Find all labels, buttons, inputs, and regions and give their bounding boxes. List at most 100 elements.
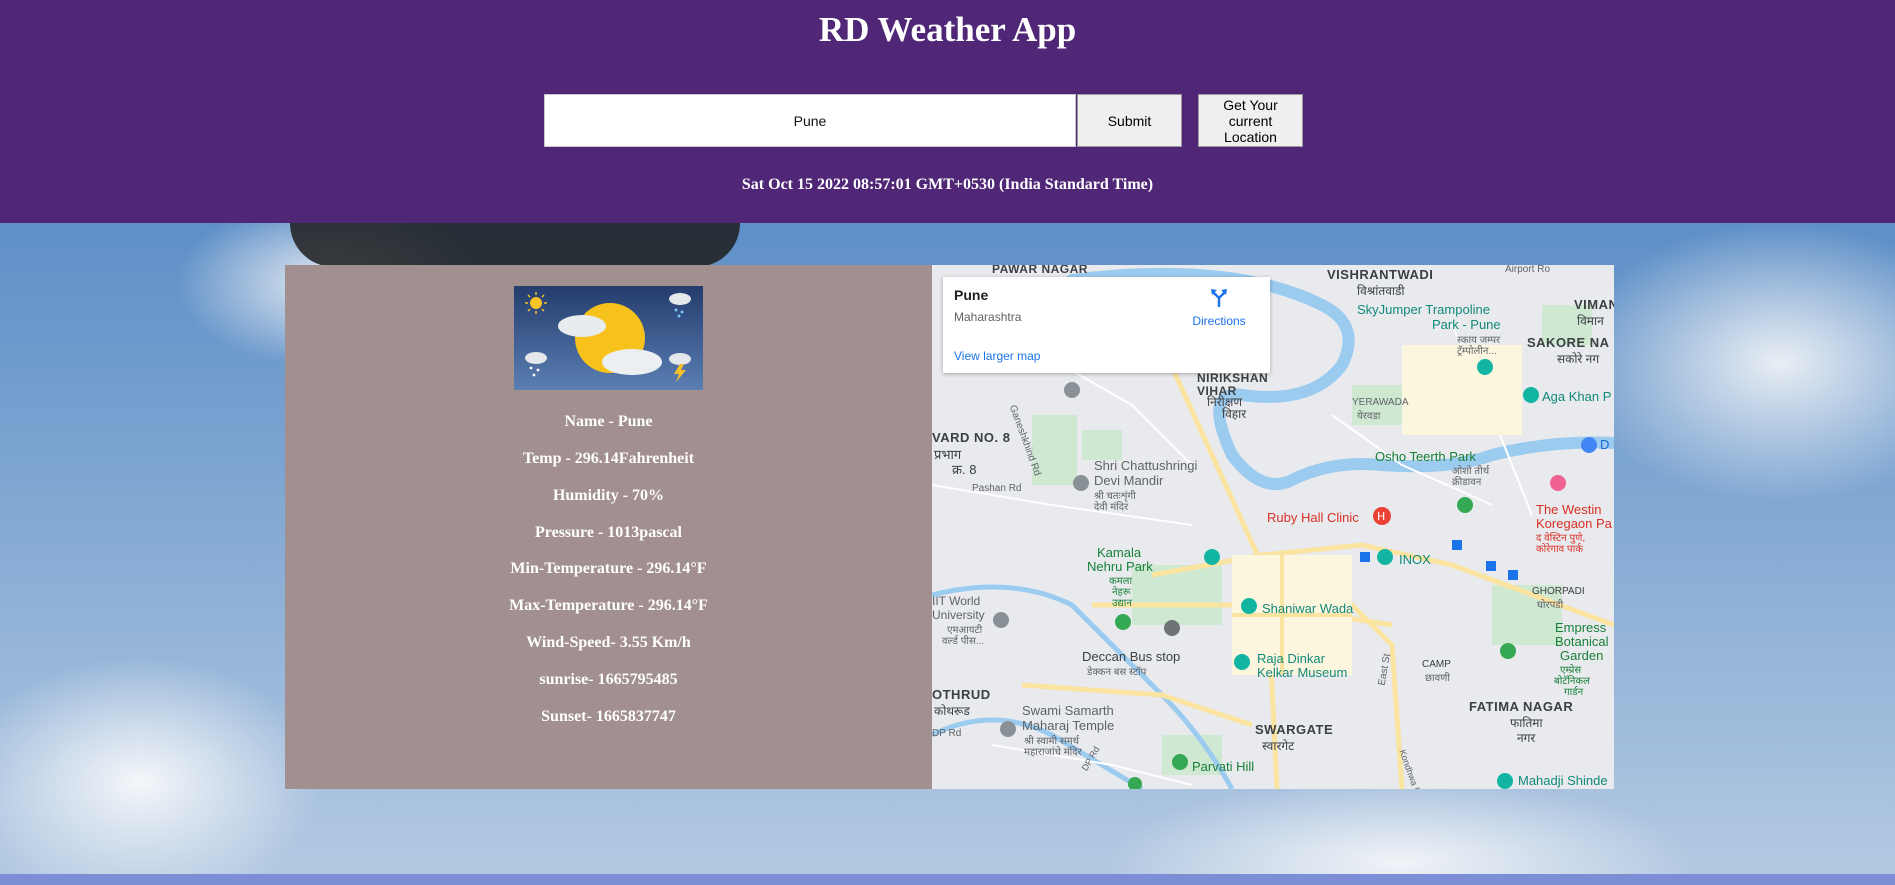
get-location-button[interactable]: Get Your current Location (1198, 94, 1303, 147)
map-label-ward-mr2: क्र. 8 (952, 462, 977, 477)
map-label-mit-mr2: वर्ल्ड पीस... (942, 636, 985, 647)
weather-info-card: Name - Pune Temp - 296.14Fahrenheit Humi… (285, 265, 932, 789)
marker-bus-2 (1452, 540, 1462, 550)
weather-temp: Temp - 296.14Fahrenheit (522, 450, 695, 467)
marker-bus-4 (1508, 570, 1518, 580)
map-label-pashan: Pashan Rd (972, 483, 1022, 494)
marker-westin (1550, 475, 1566, 491)
map-label-inox: INOX (1399, 552, 1431, 567)
map-label-emp3: Garden (1560, 648, 1604, 663)
map-label-sakore: SAKORE NA (1527, 335, 1610, 350)
map-label-yerawada-mr: येरवडा (1357, 411, 1381, 422)
map-label-devi-mr: देवी मंदिर (1094, 502, 1129, 513)
directions-button[interactable]: Directions (1179, 287, 1259, 328)
map-label-deccan-mr: डेक्कन बस स्टॉप (1087, 667, 1147, 678)
map-label-skyjumper2: Park - Pune (1432, 317, 1501, 332)
map-label-shaniwar: Shaniwar Wada (1262, 601, 1354, 616)
marker-ruby-hall: H (1373, 507, 1391, 525)
map-label-westin-mr2: कोरेगाव पार्क (1536, 544, 1583, 555)
weather-humidity: Humidity - 70% (552, 487, 665, 504)
marker-inox (1377, 549, 1393, 565)
submit-button[interactable]: Submit (1077, 94, 1182, 147)
city-search-input[interactable] (544, 94, 1076, 147)
map-label-swargate-mr: स्वारगेट (1262, 739, 1295, 753)
map-label-maharaj: Maharaj Temple (1022, 718, 1115, 733)
svg-text:H: H (1377, 510, 1385, 523)
marker-osho (1457, 497, 1473, 513)
marker-empress (1500, 643, 1516, 659)
map-label-emp: Empress (1555, 620, 1607, 635)
map-place-region: Maharashtra (954, 310, 1022, 324)
map-label-airport-rd: Airport Ro (1505, 265, 1551, 275)
map-label-viman-mr: विमान (1577, 314, 1604, 328)
map-label-skyjumper-mr2: ट्रॅम्पोलीन... (1457, 346, 1497, 357)
map-label-emp2: Botanical (1555, 634, 1609, 649)
weather-sunset: Sunset- 1665837747 (541, 708, 676, 725)
map-label-osho: Osho Teerth Park (1375, 449, 1476, 464)
app-title: RD Weather App (818, 10, 1077, 49)
map-label-deccan: Deccan Bus stop (1082, 649, 1181, 664)
map-label-westin2: Koregaon Pa (1536, 516, 1612, 531)
map-label-mahadji: Mahadji Shinde (1518, 773, 1608, 788)
marker-kamala (1204, 549, 1220, 565)
marker-university (1064, 382, 1080, 398)
view-larger-map-link[interactable]: View larger map (954, 349, 1040, 363)
map-label-udyan-mr: उद्यान (1112, 598, 1132, 609)
marker-swami (1000, 721, 1016, 737)
map-label-viman: VIMAN N (1574, 297, 1614, 312)
marker-skyjumper (1477, 359, 1493, 375)
app-header: RD Weather App Submit Get Your current L… (0, 0, 1895, 223)
weather-illustration-image (514, 286, 703, 390)
map-label-vishrantwadi: VISHRANTWADI (1327, 267, 1434, 282)
map-label-kamala: Kamala (1097, 545, 1142, 560)
map-label-fatima-mr2: नगर (1517, 731, 1536, 745)
weather-min-temp: Min-Temperature - 296.14°F (510, 560, 707, 577)
marker-mahadji (1497, 773, 1513, 789)
current-datetime: Sat Oct 15 2022 08:57:01 GMT+0530 (India… (741, 176, 1154, 193)
map-label-raja: Raja Dinkar (1257, 651, 1325, 666)
marker-pin (1164, 620, 1180, 636)
map-label-osho-mr2: क्रीडावन (1452, 477, 1482, 488)
weather-max-temp: Max-Temperature - 296.14°F (509, 597, 708, 614)
map-label-kothrud-mr: कोथरूड (934, 704, 970, 718)
map-label-ruby: Ruby Hall Clinic (1267, 510, 1359, 525)
marker-d (1581, 437, 1597, 453)
map-label-swargate: SWARGATE (1255, 722, 1334, 737)
map-label-d: D (1600, 437, 1610, 452)
weather-wind-speed: Wind-Speed- 3.55 Km/h (526, 634, 691, 651)
map-label-ghorpadi: GHORPADI (1532, 586, 1585, 597)
map-label-vishrantwadi-mr: विश्रांतवाडी (1357, 284, 1405, 298)
marker-bus-1 (1360, 552, 1370, 562)
map-label-devi: Devi Mandir (1094, 473, 1164, 488)
map-label-vihar-mr: विहार (1222, 407, 1247, 421)
map-label-dp-rd: DP Rd (932, 728, 962, 739)
map-label-nirikshan: NIRIKSHAN (1197, 371, 1269, 385)
marker-mit (993, 612, 1009, 628)
marker-nehru (1115, 614, 1131, 630)
map-label-kothrud: OTHRUD (932, 687, 991, 702)
map-label-parvati: Parvati Hill (1192, 759, 1255, 774)
map-label-ward: VARD NO. 8 (932, 430, 1011, 445)
background-dark-shape (290, 223, 740, 267)
map-label-swami: Swami Samarth (1022, 703, 1114, 718)
embedded-map[interactable]: H PAWAR NAGAR VISHRANTWADI विश्रांतवाडी … (932, 265, 1614, 789)
map-place-name: Pune (954, 287, 989, 303)
map-label-ghorpadi-mr: घोरपडी (1537, 600, 1564, 611)
weather-sunrise: sunrise- 1665795485 (539, 671, 678, 688)
map-label-westin: The Westin (1536, 502, 1602, 517)
marker-bus-3 (1486, 561, 1496, 571)
map-label-fatima: FATIMA NAGAR (1469, 699, 1574, 714)
map-label-sakore-mr: सकोरे नग (1557, 352, 1600, 366)
marker-raja (1234, 654, 1250, 670)
marker-shri (1073, 475, 1089, 491)
map-label-camp: CAMP (1422, 659, 1451, 670)
weather-name: Name - Pune (564, 413, 653, 430)
marker-aga-khan (1523, 387, 1539, 403)
map-label-pawar-nagar: PAWAR NAGAR (992, 265, 1088, 276)
map-label-nehru: Nehru Park (1087, 559, 1153, 574)
map-label-kelkar: Kelkar Museum (1257, 665, 1348, 680)
map-label-yerawada: YERAWADA (1352, 397, 1409, 408)
directions-label: Directions (1192, 314, 1246, 328)
map-label-mit2: University (932, 608, 985, 622)
map-label-emp-mr3: गार्डन (1564, 687, 1584, 698)
